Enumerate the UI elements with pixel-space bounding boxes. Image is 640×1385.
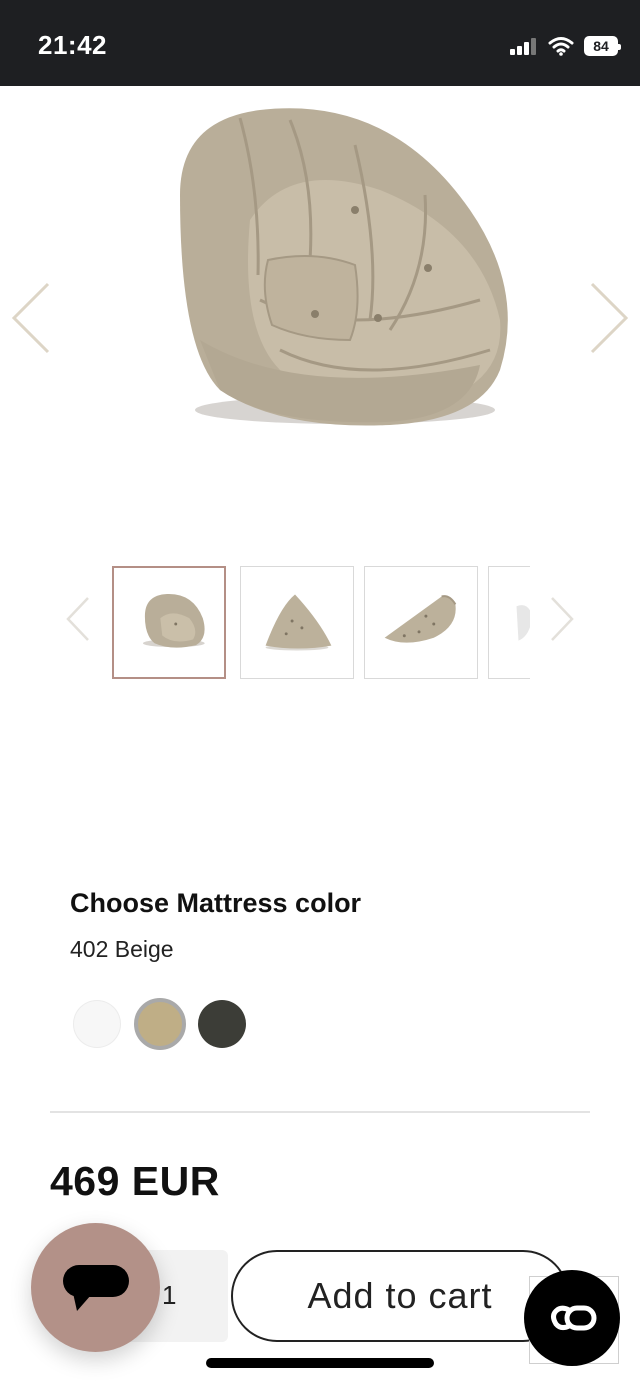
home-indicator xyxy=(206,1358,434,1368)
chevron-right-icon xyxy=(590,282,629,354)
thumbnail-strip xyxy=(110,565,530,681)
chevron-left-icon xyxy=(11,282,50,354)
status-time: 21:42 xyxy=(38,30,107,60)
thumbnail-next-button[interactable] xyxy=(548,596,576,642)
color-swatch-beige[interactable] xyxy=(134,998,186,1050)
chevron-right-icon xyxy=(551,597,574,641)
co-logo-icon xyxy=(551,1305,597,1331)
chat-button[interactable] xyxy=(31,1223,160,1352)
product-main-image xyxy=(180,108,508,426)
battery-level: 84 xyxy=(593,38,609,54)
selected-color-name: 402 Beige xyxy=(70,936,174,962)
unfolded-thumbnail-image xyxy=(384,595,457,643)
color-swatch-white[interactable] xyxy=(73,1000,121,1048)
chevron-left-icon xyxy=(66,597,89,641)
chair-thumbnail-image xyxy=(142,594,205,648)
white-thumbnail-image xyxy=(516,605,530,641)
gallery-prev-button[interactable] xyxy=(10,282,54,354)
thumbnail-folded[interactable] xyxy=(240,566,354,679)
thumbnail-chair[interactable] xyxy=(112,566,226,679)
signal-icon xyxy=(510,38,536,55)
color-swatch-dark-grey[interactable] xyxy=(198,1000,246,1048)
gallery-next-button[interactable] xyxy=(586,282,630,354)
divider xyxy=(50,1111,590,1113)
add-to-cart-button[interactable]: Add to cart xyxy=(231,1250,569,1342)
wifi-icon xyxy=(548,37,574,56)
thumbnail-white[interactable] xyxy=(488,566,530,679)
battery-icon: 84 xyxy=(584,36,621,56)
folded-thumbnail-image xyxy=(265,594,332,651)
thumbnail-prev-button[interactable] xyxy=(64,596,92,642)
co-assistant-button[interactable] xyxy=(524,1270,620,1366)
status-bar: 21:42 84 xyxy=(0,0,640,86)
color-section-title: Choose Mattress color xyxy=(70,888,362,918)
thumbnail-unfolded[interactable] xyxy=(364,566,478,679)
chat-bubble-icon xyxy=(63,1265,129,1311)
quantity-value[interactable]: 1 xyxy=(162,1280,176,1311)
product-price: 469 EUR xyxy=(50,1158,220,1204)
status-icons: 84 xyxy=(510,34,621,58)
